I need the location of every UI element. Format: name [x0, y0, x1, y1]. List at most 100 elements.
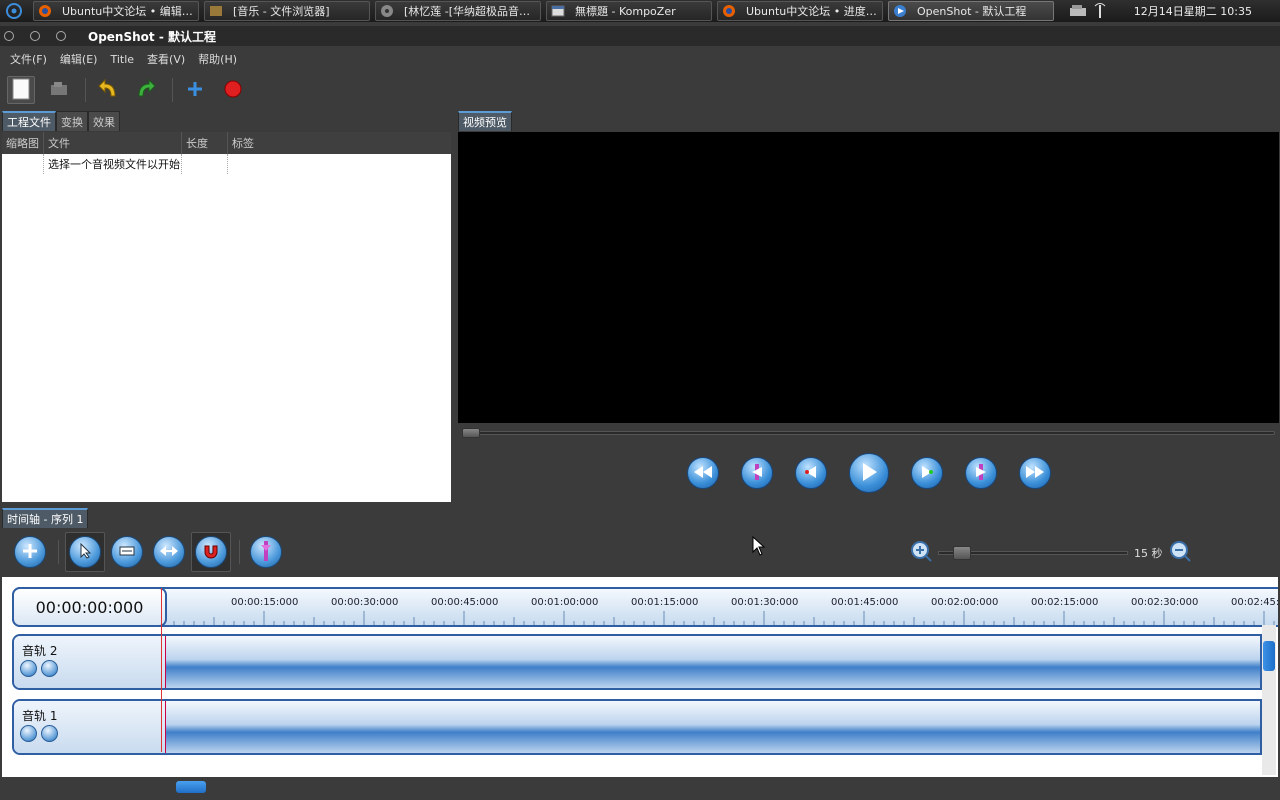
- music-player-icon: [380, 4, 394, 18]
- zoom-slider[interactable]: [938, 545, 1128, 560]
- column-thumbnail[interactable]: 缩略图: [2, 132, 44, 154]
- taskbar-item-openshot[interactable]: OpenShot - 默认工程: [888, 1, 1054, 21]
- ruler-label: 00:02:15:000: [1031, 597, 1099, 608]
- new-project-icon: [11, 78, 31, 103]
- ruler-ticks: [164, 611, 1275, 625]
- close-window-button[interactable]: [4, 31, 14, 41]
- razor-tool-button[interactable]: [107, 532, 147, 572]
- scroll-thumb[interactable]: [176, 781, 206, 793]
- video-preview: [458, 132, 1279, 423]
- timeline-ruler[interactable]: 00:00:15:000 00:00:30:000 00:00:45:000 0…: [12, 587, 1278, 627]
- zoom-handle[interactable]: [953, 545, 971, 560]
- zoom-in-icon[interactable]: [910, 540, 932, 565]
- jump-to-start-button[interactable]: [686, 457, 719, 489]
- save-project-button[interactable]: [45, 76, 73, 104]
- redo-button[interactable]: [132, 76, 160, 104]
- timeline-area[interactable]: 00:00:15:000 00:00:30:000 00:00:45:000 0…: [2, 577, 1278, 777]
- undo-button[interactable]: [94, 76, 122, 104]
- menu-help[interactable]: 帮助(H): [198, 51, 237, 67]
- timeline-vertical-scrollbar[interactable]: [1262, 625, 1276, 775]
- track-2[interactable]: 音轨 2: [12, 634, 1262, 690]
- ruler-label: 00:01:15:000: [631, 597, 699, 608]
- firefox-icon: [38, 4, 52, 18]
- folder-icon: [209, 4, 223, 18]
- files-hint: 选择一个音视频文件以开始: [44, 154, 182, 174]
- track-audio-icon[interactable]: [41, 660, 58, 677]
- track-audio-icon[interactable]: [41, 725, 58, 742]
- taskbar-item-file-browser[interactable]: [音乐 - 文件浏览器]: [204, 1, 370, 21]
- add-track-button[interactable]: [10, 532, 50, 572]
- taskbar-item-kompozer[interactable]: 無標題 - KompoZer: [546, 1, 712, 21]
- ubuntu-logo-icon[interactable]: [0, 0, 28, 22]
- taskbar-item-forum-edit[interactable]: Ubuntu中文论坛 • 编辑…: [33, 1, 199, 21]
- tab-timeline-sequence[interactable]: 时间轴 - 序列 1: [2, 508, 89, 528]
- redo-icon: [135, 78, 157, 103]
- ruler-label: 00:00:30:000: [331, 597, 399, 608]
- marker-icon: [261, 540, 271, 564]
- track-1[interactable]: 音轨 1: [12, 699, 1262, 755]
- track-name: 音轨 2: [22, 644, 58, 658]
- preview-tabs: 视频预览: [458, 111, 512, 131]
- window-titlebar[interactable]: OpenShot - 默认工程: [0, 26, 1280, 46]
- task-label: OpenShot - 默认工程: [917, 5, 1027, 18]
- menu-edit[interactable]: 编辑(E): [60, 51, 98, 67]
- previous-marker-button[interactable]: [740, 457, 773, 489]
- taskbar-item-music-player[interactable]: [林忆莲 -[华纳超极品音…: [375, 1, 541, 21]
- snap-tool-button[interactable]: [191, 532, 231, 572]
- current-timecode[interactable]: 00:00:00:000: [12, 587, 167, 627]
- select-tool-button[interactable]: [65, 532, 105, 572]
- next-marker-icon: [974, 463, 988, 483]
- zoom-out-icon[interactable]: [1169, 540, 1191, 565]
- resize-tool-button[interactable]: [149, 532, 189, 572]
- ruler-label: 00:00:45:000: [431, 597, 499, 608]
- preview-seek-slider[interactable]: [458, 423, 1279, 443]
- ruler-label: 00:02:30:000: [1131, 597, 1199, 608]
- maximize-window-button[interactable]: [56, 31, 66, 41]
- add-marker-button[interactable]: [246, 532, 286, 572]
- timeline-tabs: 时间轴 - 序列 1: [2, 508, 89, 528]
- menu-title[interactable]: Title: [110, 53, 134, 66]
- column-label[interactable]: 标签: [228, 132, 450, 154]
- fast-forward-icon: [920, 465, 934, 481]
- wireless-icon[interactable]: [1092, 1, 1108, 22]
- add-files-button[interactable]: [181, 76, 209, 104]
- rewind-button[interactable]: [794, 457, 827, 489]
- tab-project-files[interactable]: 工程文件: [2, 111, 56, 131]
- openshot-icon: [893, 4, 907, 18]
- track-name: 音轨 1: [22, 709, 58, 723]
- files-header: 缩略图 文件 长度 标签: [2, 132, 451, 154]
- playhead[interactable]: [161, 588, 162, 752]
- resize-arrows-icon: [160, 545, 178, 560]
- next-marker-button[interactable]: [964, 457, 997, 489]
- network-icon[interactable]: [1068, 2, 1092, 21]
- menu-view[interactable]: 查看(V): [147, 51, 185, 67]
- undo-icon: [97, 78, 119, 103]
- tab-video-preview[interactable]: 视频预览: [458, 111, 512, 131]
- column-length[interactable]: 长度: [182, 132, 228, 154]
- tab-transitions[interactable]: 变换: [56, 111, 88, 131]
- track-visibility-icon[interactable]: [20, 660, 37, 677]
- menu-bar: 文件(F) 编辑(E) Title 查看(V) 帮助(H): [0, 48, 1280, 70]
- top-panel: Ubuntu中文论坛 • 编辑… [音乐 - 文件浏览器] [林忆莲 -[华纳超…: [0, 0, 1280, 22]
- plus-icon: [22, 543, 38, 562]
- menu-file[interactable]: 文件(F): [10, 51, 47, 67]
- rewind-fast-icon: [693, 465, 712, 481]
- record-button[interactable]: [219, 76, 247, 104]
- timeline-horizontal-scrollbar[interactable]: [162, 779, 1278, 795]
- clock[interactable]: 12月14日星期二 10:35: [1134, 3, 1252, 19]
- forward-fast-icon: [1025, 465, 1044, 481]
- playback-controls: [458, 446, 1279, 500]
- scroll-thumb[interactable]: [1263, 641, 1275, 671]
- fast-forward-button[interactable]: [910, 457, 943, 489]
- track-header: 音轨 1: [14, 701, 166, 753]
- minimize-window-button[interactable]: [30, 31, 40, 41]
- play-button[interactable]: [848, 453, 889, 493]
- seek-handle[interactable]: [462, 428, 480, 438]
- taskbar-item-forum-progress[interactable]: Ubuntu中文论坛 • 进度…: [717, 1, 883, 21]
- project-files-list[interactable]: 缩略图 文件 长度 标签 选择一个音视频文件以开始: [2, 132, 451, 502]
- jump-to-end-button[interactable]: [1018, 457, 1051, 489]
- track-visibility-icon[interactable]: [20, 725, 37, 742]
- column-file[interactable]: 文件: [44, 132, 182, 154]
- tab-effects[interactable]: 效果: [88, 111, 120, 131]
- new-project-button[interactable]: [7, 76, 35, 104]
